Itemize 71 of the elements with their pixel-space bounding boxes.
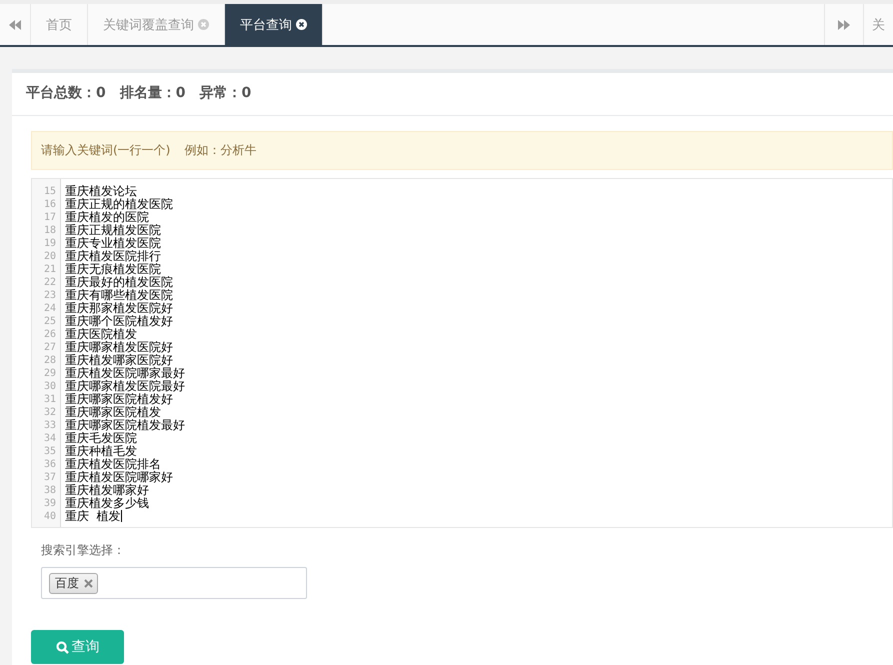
code-line: 重庆有哪些植发医院 [65,289,174,302]
line-number: 31 [42,393,57,406]
code-line: 重庆植发医院排行 [65,250,162,263]
code-line: 重庆植发医院哪家最好 [65,367,185,380]
scroll-right-button[interactable] [824,4,864,45]
line-number: 22 [42,276,57,289]
code-line: 重庆哪家植发医院好 [65,341,174,354]
line-number: 15 [42,185,57,198]
code-line: 重庆哪家医院植发最好 [65,419,185,432]
line-number: 16 [42,198,57,211]
code-line: 重庆最好的植发医院 [65,276,174,289]
stat-text: 平台总数：0 [26,84,106,103]
code-line: 重庆正规植发医院 [65,224,162,237]
line-number: 21 [42,263,57,276]
code-line: 重庆那家植发医院好 [65,302,174,315]
double-right-arrow-icon [838,20,850,30]
close-icon[interactable] [296,19,307,30]
field-label: 搜索引擎选择： [41,542,126,559]
code-line: 重庆植发多少钱 [65,497,150,510]
engine-select[interactable]: 百度 [41,567,307,599]
line-number: 20 [42,250,57,263]
line-number: 34 [42,432,57,445]
line-number: 23 [42,289,57,302]
code-line: 重庆植发的医院 [65,211,150,224]
line-number: 30 [42,380,57,393]
line-number: 26 [42,328,57,341]
code-line: 重庆哪个医院植发好 [65,315,174,328]
line-number: 40 [42,510,57,523]
code-line: 重庆专业植发医院 [65,237,162,250]
line-number: 33 [42,419,57,432]
line-number: 18 [42,224,57,237]
line-number: 29 [42,367,57,380]
line-number: 38 [42,484,57,497]
code-line: 重庆哪家医院植发 [65,406,162,419]
example-text: 例如：分析牛 [184,142,256,159]
code-line: 重庆无痕植发医院 [65,263,162,276]
code-line: 重庆植发论坛 [65,185,138,198]
tab[interactable]: 首页 [31,4,88,45]
line-number: 35 [42,445,57,458]
tab[interactable]: 平台查询 [225,4,323,45]
remove-icon[interactable] [84,578,93,588]
stat-text: 排名量：0 [120,84,186,103]
code-line: 重庆毛发医院 [65,432,138,445]
line-number: 19 [42,237,57,250]
code-line: 重庆植发哪家医院好 [65,354,174,367]
line-number: 36 [42,458,57,471]
code-line: 重庆正规的植发医院 [65,198,174,211]
line-number: 25 [42,315,57,328]
line-number: 28 [42,354,57,367]
double-left-arrow-icon [9,20,21,30]
code-line: 重庆植发哪家好 [65,484,150,497]
query-button[interactable]: 查询 [31,630,124,664]
line-number: 39 [42,497,57,510]
code-line: 重庆 植发 [65,510,123,523]
code-line: 重庆医院植发 [65,328,138,341]
code-line: 重庆种植毛发 [65,445,138,458]
tab[interactable]: 关 [864,4,893,45]
search-icon [56,640,68,654]
keyword-editor[interactable] [31,178,893,528]
code-line: 重庆植发医院哪家好 [65,471,174,484]
stat-text: 异常：0 [200,84,252,103]
line-number: 17 [42,211,57,224]
line-number: 27 [42,341,57,354]
alert-text: 请输入关键词(一行一个) [41,142,170,159]
line-number: 37 [42,471,57,484]
code-line: 重庆植发医院排名 [65,458,161,471]
code-line: 重庆哪家植发医院最好 [65,380,185,393]
line-number: 24 [42,302,57,315]
line-number: 32 [42,406,57,419]
selected-tag[interactable]: 百度 [49,572,98,594]
code-line: 重庆哪家医院植发好 [65,393,174,406]
